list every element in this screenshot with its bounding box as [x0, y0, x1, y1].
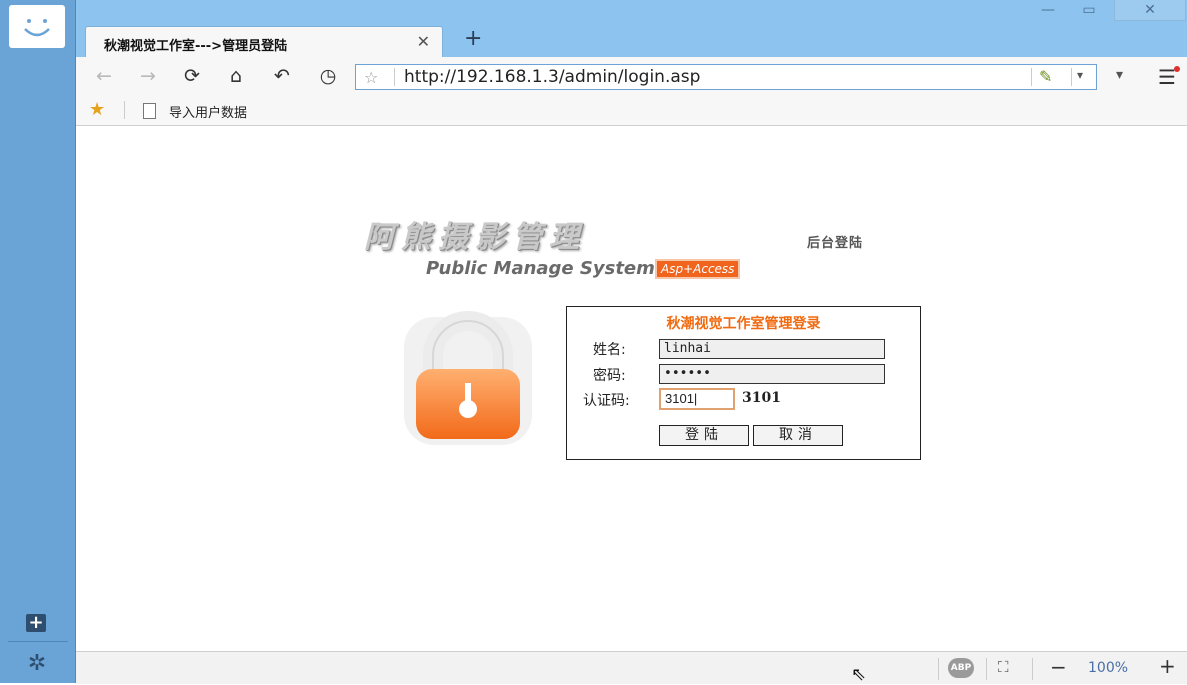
bookmark-import-link[interactable]: 导入用户数据 — [169, 102, 247, 121]
admin-login-caption: 后台登陆 — [807, 236, 864, 251]
sidebar: + ✲ — [0, 0, 76, 683]
url-dropdown-icon[interactable]: ▾ — [1077, 68, 1083, 82]
url-divider — [1071, 68, 1072, 86]
sidebar-divider — [8, 641, 68, 642]
captcha-input[interactable]: 3101| — [659, 388, 735, 410]
window-close-button[interactable]: ✕ — [1114, 0, 1186, 21]
zoom-out-button[interactable]: − — [1050, 655, 1067, 679]
login-form: 秋潮视觉工作室管理登录 姓名: linhai 密码: •••••• 认证码: 3… — [566, 306, 921, 460]
fullscreen-icon[interactable]: ⛶ — [998, 658, 1009, 676]
cancel-button[interactable]: 取消 — [753, 425, 843, 446]
favorites-star-icon[interactable]: ★ — [89, 99, 105, 120]
login-title: 秋潮视觉工作室管理登录 — [666, 316, 821, 332]
adblock-icon[interactable]: ABP — [948, 658, 974, 678]
page-content: 阿熊摄影管理 Public Manage System Asp+Access 后… — [76, 126, 1187, 651]
password-input[interactable]: •••••• — [659, 364, 885, 384]
login-button[interactable]: 登陆 — [659, 425, 749, 446]
more-dropdown-icon[interactable]: ▾ — [1116, 67, 1123, 83]
speed-mode-icon[interactable]: ✎ — [1039, 67, 1052, 86]
forward-icon[interactable]: → — [134, 65, 162, 87]
navigation-toolbar: ← → ⟳ ⌂ ↶ ◷ ☆ http://192.168.1.3/admin/l… — [76, 57, 1187, 97]
zoom-level[interactable]: 100% — [1088, 660, 1128, 676]
window-minimize-button[interactable]: — — [1031, 0, 1065, 20]
url-divider — [394, 68, 395, 86]
bookmarks-bar: ★ 导入用户数据 — [76, 97, 1187, 126]
page-icon — [143, 103, 156, 119]
status-divider — [986, 658, 987, 680]
site-logo-chinese: 阿熊摄影管理 — [364, 220, 586, 255]
captcha-label: 认证码: — [583, 393, 630, 409]
bookmarks-divider — [124, 101, 125, 119]
username-label: 姓名: — [593, 342, 626, 358]
window-maximize-button[interactable]: ▭ — [1072, 0, 1106, 20]
new-tab-button[interactable]: + — [464, 26, 482, 51]
home-icon[interactable]: ⌂ — [222, 65, 250, 87]
tab-title: 秋潮视觉工作室--->管理员登陆 — [104, 39, 288, 54]
settings-gear-icon[interactable]: ✲ — [24, 652, 50, 676]
zoom-in-button[interactable]: + — [1159, 654, 1176, 678]
status-bar: ⇖ ABP ⛶ − 100% + — [76, 651, 1187, 685]
sidebar-add-icon[interactable]: + — [26, 614, 46, 632]
tech-badge: Asp+Access — [655, 259, 741, 279]
bookmark-star-icon[interactable]: ☆ — [364, 68, 378, 87]
url-divider — [1031, 68, 1032, 86]
url-text[interactable]: http://192.168.1.3/admin/login.asp — [404, 67, 700, 87]
reload-icon[interactable]: ⟳ — [178, 65, 206, 87]
status-divider — [1032, 658, 1033, 680]
back-icon[interactable]: ← — [90, 65, 118, 87]
padlock-icon — [398, 311, 538, 451]
smiley-logo-icon[interactable] — [9, 5, 65, 48]
mouse-cursor-icon: ⇖ — [851, 664, 867, 685]
tab-active[interactable]: 秋潮视觉工作室--->管理员登陆 ✕ — [85, 26, 443, 59]
status-divider — [938, 658, 939, 680]
undo-close-icon[interactable]: ↶ — [268, 65, 296, 87]
address-bar[interactable]: ☆ http://192.168.1.3/admin/login.asp ✎ ▾ — [355, 64, 1097, 90]
captcha-code: 3101 — [742, 390, 781, 406]
site-logo-english: Public Manage System — [426, 258, 655, 279]
notification-dot — [1174, 66, 1180, 72]
tab-close-icon[interactable]: ✕ — [417, 32, 430, 51]
password-label: 密码: — [593, 368, 626, 384]
username-input[interactable]: linhai — [659, 339, 885, 359]
history-clock-icon[interactable]: ◷ — [314, 65, 342, 87]
title-bar: 秋潮视觉工作室--->管理员登陆 ✕ + — ▭ ✕ — [76, 0, 1187, 59]
